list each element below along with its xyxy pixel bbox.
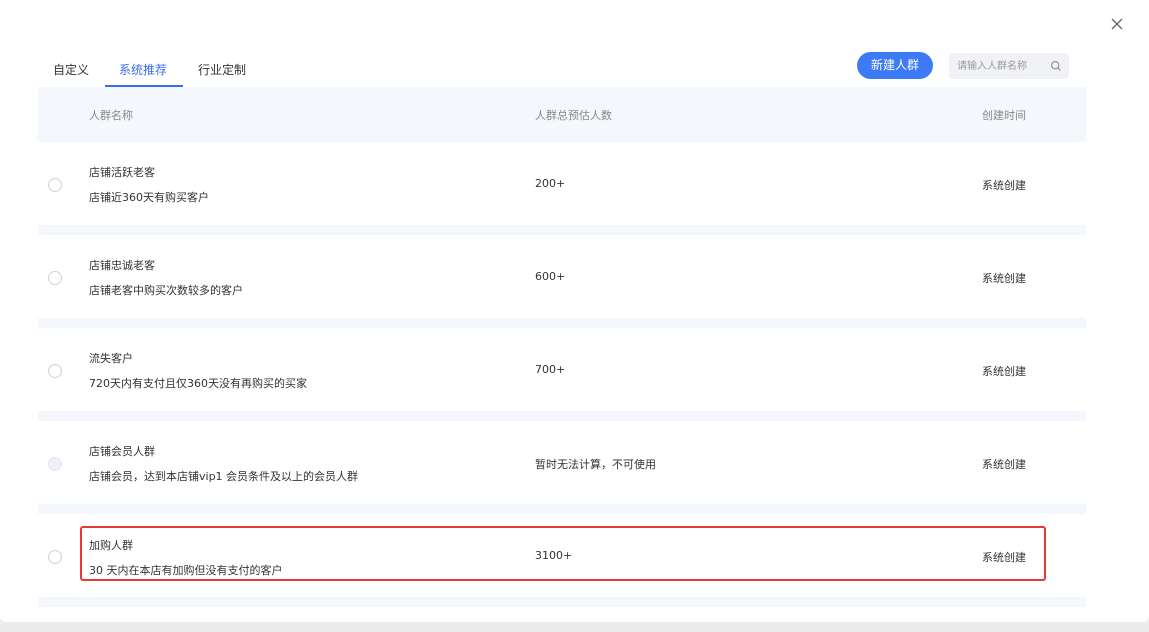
crowd-desc: 720天内有支付且仅360天没有再购买的买家	[89, 377, 307, 390]
crowd-count: 暂时无法计算，不可使用	[535, 458, 656, 471]
header-crowd-name: 人群名称	[89, 109, 133, 122]
crowd-desc: 店铺近360天有购买客户	[89, 191, 209, 204]
crowd-name: 流失客户	[89, 352, 133, 365]
tab-industry-custom[interactable]: 行业定制	[198, 60, 246, 88]
crowd-count: 700+	[535, 363, 566, 376]
crowd-created: 系统创建	[982, 365, 1026, 378]
search-box	[949, 53, 1069, 79]
table-row[interactable]: 流失客户 720天内有支付且仅360天没有再购买的买家 700+ 系统创建	[38, 328, 1086, 411]
row-radio-disabled	[48, 457, 62, 471]
close-icon[interactable]	[1109, 16, 1125, 32]
row-divider	[38, 504, 1086, 514]
crowd-name: 店铺忠诚老客	[89, 259, 155, 272]
crowd-desc: 店铺会员，达到本店铺vip1 会员条件及以上的会员人群	[89, 470, 359, 483]
row-radio[interactable]	[48, 178, 62, 192]
crowd-count: 600+	[535, 270, 566, 283]
crowd-created: 系统创建	[982, 179, 1026, 192]
table-header: 人群名称 人群总预估人数 创建时间	[38, 87, 1086, 142]
tab-system-recommend[interactable]: 系统推荐	[119, 60, 167, 88]
table-row[interactable]: 店铺活跃老客 店铺近360天有购买客户 200+ 系统创建	[38, 142, 1086, 225]
tab-custom[interactable]: 自定义	[53, 60, 89, 88]
new-crowd-button[interactable]: 新建人群	[857, 52, 933, 79]
row-divider	[38, 225, 1086, 235]
row-radio[interactable]	[48, 271, 62, 285]
crowd-created: 系统创建	[982, 458, 1026, 471]
search-icon[interactable]	[1050, 60, 1062, 72]
search-input[interactable]	[957, 53, 1045, 79]
row-radio[interactable]	[48, 550, 62, 564]
header-estimated-count: 人群总预估人数	[535, 109, 612, 122]
row-divider	[38, 597, 1086, 607]
row-divider	[38, 411, 1086, 421]
row-divider	[38, 318, 1086, 328]
crowd-count: 200+	[535, 177, 566, 190]
crowd-name: 店铺会员人群	[89, 445, 155, 458]
highlight-box	[80, 526, 1046, 581]
crowd-desc: 店铺老客中购买次数较多的客户	[89, 284, 243, 297]
table-row[interactable]: 店铺忠诚老客 店铺老客中购买次数较多的客户 600+ 系统创建	[38, 235, 1086, 318]
crowd-select-dialog: 自定义 系统推荐 行业定制 新建人群 人群名称 人群总预估人数 创建时间 店铺活…	[0, 0, 1149, 622]
crowd-name: 店铺活跃老客	[89, 166, 155, 179]
table-row: 店铺会员人群 店铺会员，达到本店铺vip1 会员条件及以上的会员人群 暂时无法计…	[38, 421, 1086, 504]
row-radio[interactable]	[48, 364, 62, 378]
crowd-created: 系统创建	[982, 272, 1026, 285]
header-created-time: 创建时间	[982, 109, 1026, 122]
